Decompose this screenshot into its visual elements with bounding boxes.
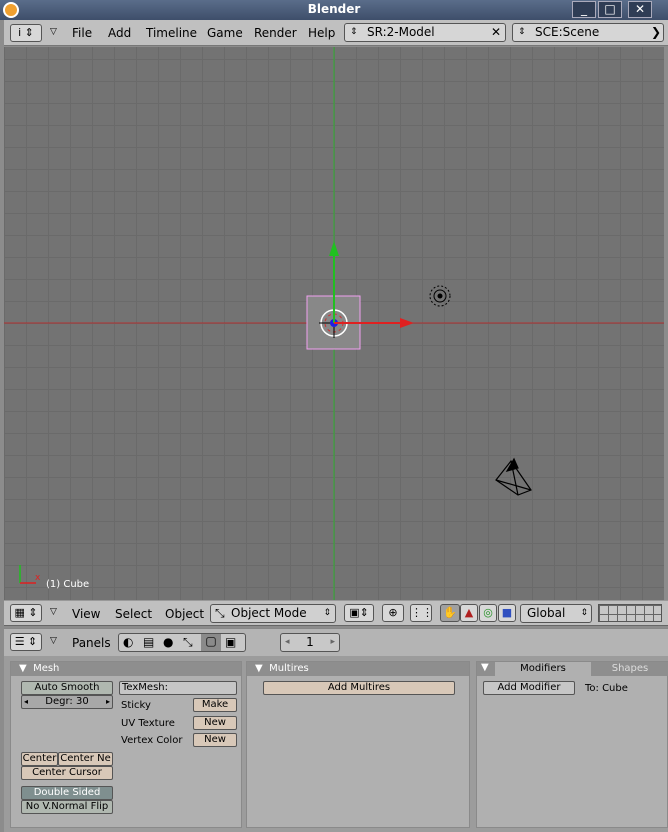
frame-number-field[interactable]: ◂ 1 ▸ <box>280 633 340 652</box>
decrement-arrow-icon[interactable]: ◂ <box>285 634 290 651</box>
screen-selector[interactable]: ⇕ SR:2-Model ✕ <box>344 23 506 42</box>
delete-screen-icon[interactable]: ✕ <box>491 24 501 41</box>
manipulator-hand-icon[interactable]: ✋ <box>440 604 460 622</box>
modifier-target-label: To: Cube <box>585 683 628 694</box>
menu-render[interactable]: Render <box>254 26 297 40</box>
no-vnormal-flip-toggle[interactable]: No V.Normal Flip <box>21 800 113 814</box>
center-button[interactable]: Center <box>21 752 58 766</box>
mode-selector[interactable]: ⤡ Object Mode ⇕ <box>210 604 336 623</box>
decrement-arrow-icon: ◂ <box>24 697 29 706</box>
pivot-icon[interactable]: ⊕ <box>382 604 404 622</box>
scene-selector[interactable]: ⇕ SCE:Scene ❯ <box>512 23 664 42</box>
orientation-label: Global <box>527 606 566 620</box>
uv-texture-new-button[interactable]: New <box>193 716 237 730</box>
buttons-header: ☰ ⇕ ▽ Panels ◐ ▤ ● ⤡ ▢ ▣ ◂ 1 ▸ <box>4 628 668 656</box>
menu-help[interactable]: Help <box>308 26 335 40</box>
minimize-button[interactable]: _ <box>572 1 596 18</box>
multires-panel: ▼ Multires Add Multires <box>246 661 470 828</box>
collapse-menu-icon[interactable]: ▽ <box>50 607 57 617</box>
menu-timeline[interactable]: Timeline <box>146 26 197 40</box>
mesh-panel-title: Mesh <box>33 663 60 674</box>
menu-select[interactable]: Select <box>115 607 152 621</box>
layer-buttons[interactable] <box>598 604 662 622</box>
updown-arrows-icon: ⇕ <box>580 608 588 618</box>
increment-arrow-icon: ▸ <box>105 697 110 706</box>
degr-value: Degr: 30 <box>45 696 89 707</box>
degr-slider[interactable]: ◂ Degr: 30 ▸ <box>21 695 113 709</box>
scale-manipulator-icon[interactable]: ■ <box>498 604 516 622</box>
collapse-menu-icon[interactable]: ▽ <box>50 636 57 646</box>
shading-context-icon[interactable]: ● <box>163 635 173 649</box>
add-modifier-button[interactable]: Add Modifier <box>483 681 575 695</box>
rotate-manipulator-icon[interactable]: ◎ <box>479 604 497 622</box>
uv-texture-label: UV Texture <box>121 718 175 729</box>
increment-arrow-icon[interactable]: ▸ <box>330 634 335 651</box>
center-cursor-button[interactable]: Center Cursor <box>21 766 113 780</box>
editing-context-icon[interactable]: ▢ <box>201 634 221 651</box>
multires-panel-header[interactable]: ▼ Multires <box>247 662 469 676</box>
script-context-icon[interactable]: ▤ <box>143 635 154 649</box>
translate-manipulator-icon[interactable]: ▲ <box>460 604 478 622</box>
multires-panel-title: Multires <box>269 663 309 674</box>
object-mode-icon: ⤡ <box>215 606 225 620</box>
sticky-label: Sticky <box>121 700 151 711</box>
window-type-3dview-icon[interactable]: ▦ ⇕ <box>10 604 42 622</box>
scroll-right-icon[interactable]: ❯ <box>651 24 661 41</box>
svg-text:x: x <box>35 573 41 583</box>
scene-name: SCE:Scene <box>535 25 600 39</box>
vertex-color-label: Vertex Color <box>121 735 183 746</box>
menu-add[interactable]: Add <box>108 26 131 40</box>
3d-viewport[interactable]: x (1) Cube <box>4 47 664 600</box>
object-context-icon[interactable]: ⤡ <box>183 635 193 650</box>
logic-context-icon[interactable]: ◐ <box>123 635 133 649</box>
orientation-selector[interactable]: Global ⇕ <box>520 604 592 623</box>
y-arrow-icon <box>329 241 339 256</box>
mesh-panel: ▼ Mesh Auto Smooth ◂ Degr: 30 ▸ TexMesh:… <box>10 661 242 828</box>
3d-view-header: ▦ ⇕ ▽ View Select Object ⤡ Object Mode ⇕… <box>4 600 668 626</box>
scene-context-icon[interactable]: ▣ <box>225 635 236 649</box>
object-label: (1) Cube <box>46 579 90 590</box>
viewport-drawing: x <box>4 47 664 600</box>
info-header: i ⇕ ▽ File Add Timeline Game Render Help… <box>4 20 668 46</box>
menu-view[interactable]: View <box>72 607 100 621</box>
frame-number: 1 <box>306 635 314 649</box>
camera-icon <box>495 457 532 496</box>
texmesh-field[interactable]: TexMesh: <box>119 681 237 695</box>
sticky-make-button[interactable]: Make <box>193 698 237 712</box>
window-title: Blender <box>307 2 361 16</box>
title-bar: Blender _ □ ✕ <box>0 0 668 20</box>
menu-game[interactable]: Game <box>207 26 243 40</box>
screen-name: SR:2-Model <box>367 25 435 39</box>
add-multires-button[interactable]: Add Multires <box>263 681 455 695</box>
tab-modifiers[interactable]: Modifiers <box>495 662 591 676</box>
mode-label: Object Mode <box>231 606 307 620</box>
window-type-buttons-icon[interactable]: ☰ ⇕ <box>10 633 42 651</box>
panels-label: Panels <box>72 636 111 650</box>
modifiers-panel: ▼ Modifiers Shapes Add Modifier To: Cube <box>476 661 668 828</box>
x-arrow-icon <box>400 318 414 328</box>
draw-type-icon[interactable]: ▣⇕ <box>344 604 374 622</box>
collapse-menu-icon[interactable]: ▽ <box>50 27 57 37</box>
window-type-info-icon[interactable]: i ⇕ <box>10 24 42 42</box>
mesh-panel-header[interactable]: ▼ Mesh <box>11 662 241 676</box>
center-new-button[interactable]: Center Ne <box>58 752 113 766</box>
auto-smooth-button[interactable]: Auto Smooth <box>21 681 113 695</box>
updown-arrows-icon: ⇕ <box>518 27 526 37</box>
layer-lock-icon[interactable]: ⋮⋮ <box>410 604 433 622</box>
tab-shapes[interactable]: Shapes <box>593 662 667 676</box>
buttons-area: ▼ Mesh Auto Smooth ◂ Degr: 30 ▸ TexMesh:… <box>4 656 668 832</box>
collapse-triangle-icon[interactable]: ▼ <box>481 662 489 673</box>
updown-arrows-icon: ⇕ <box>350 27 358 37</box>
vertex-color-new-button[interactable]: New <box>193 733 237 747</box>
double-sided-toggle[interactable]: Double Sided <box>21 786 113 800</box>
updown-arrows-icon: ⇕ <box>323 608 331 618</box>
menu-object[interactable]: Object <box>165 607 204 621</box>
menu-file[interactable]: File <box>72 26 92 40</box>
close-window-button[interactable]: ✕ <box>628 1 652 18</box>
context-buttons: ◐ ▤ ● ⤡ ▢ ▣ <box>118 633 246 652</box>
maximize-button[interactable]: □ <box>598 1 622 18</box>
